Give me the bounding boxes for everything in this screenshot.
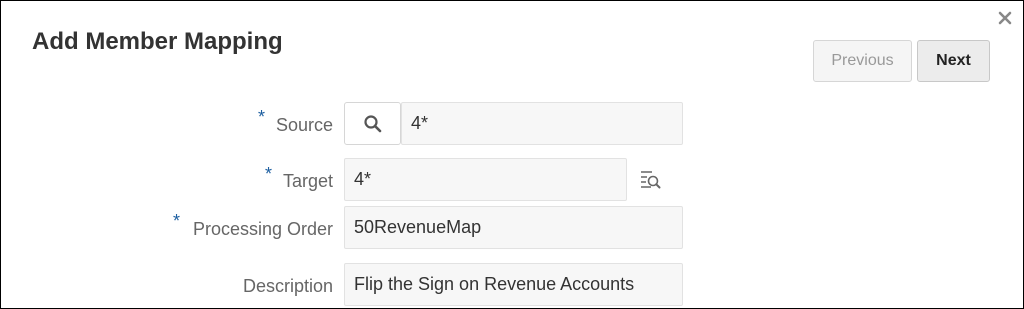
target-label: Target: [282, 171, 333, 191]
required-marker: *: [173, 211, 181, 231]
source-input[interactable]: 4*: [401, 102, 683, 145]
next-button[interactable]: Next: [917, 40, 990, 82]
search-icon: [363, 114, 381, 132]
required-marker: *: [258, 107, 266, 127]
required-marker: *: [265, 164, 273, 184]
processing-order-input[interactable]: 50RevenueMap: [344, 206, 683, 249]
member-selector-icon[interactable]: [639, 168, 661, 190]
dialog-title: Add Member Mapping: [32, 28, 283, 55]
add-member-mapping-dialog: Add Member Mapping Previous Next * Sourc…: [0, 0, 1024, 309]
close-icon[interactable]: [997, 10, 1013, 26]
processing-order-label: Processing Order: [192, 219, 333, 239]
previous-button[interactable]: Previous: [813, 40, 912, 82]
target-input[interactable]: 4*: [344, 158, 627, 201]
description-input[interactable]: Flip the Sign on Revenue Accounts: [344, 263, 683, 306]
source-label: Source: [275, 115, 333, 135]
source-search-button[interactable]: [344, 102, 401, 145]
description-label: Description: [242, 276, 333, 296]
